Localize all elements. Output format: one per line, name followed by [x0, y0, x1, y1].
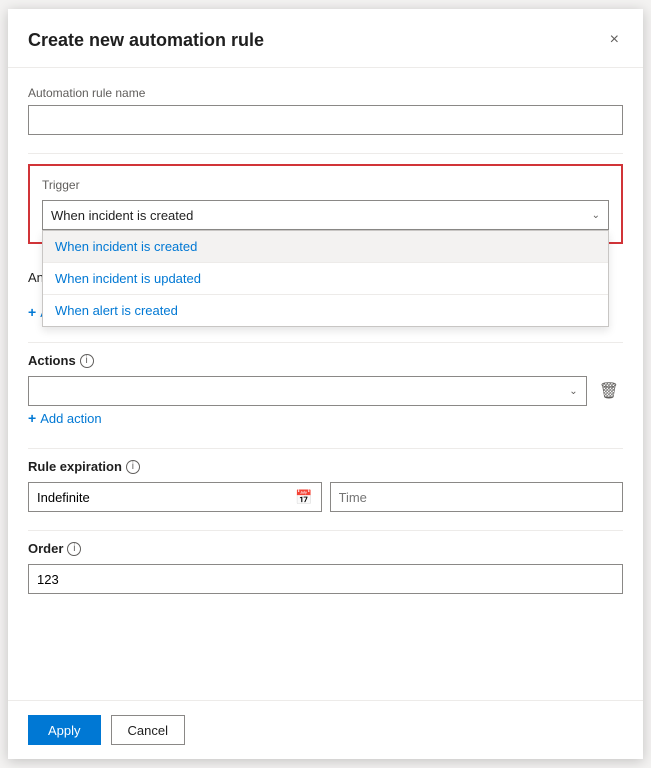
expiration-date-input[interactable]: Indefinite 📅 — [28, 482, 322, 512]
trigger-option-1[interactable]: When incident is created — [43, 231, 608, 262]
trigger-section-label: Trigger — [42, 178, 609, 192]
order-title-row: Order i — [28, 541, 623, 556]
actions-info-icon: i — [80, 354, 94, 368]
dialog-footer: Apply Cancel — [8, 700, 643, 759]
add-action-label: Add action — [40, 411, 101, 426]
divider-1 — [28, 153, 623, 154]
expiration-time-input[interactable] — [330, 482, 624, 512]
trigger-selected-value: When incident is created — [51, 208, 193, 223]
trigger-option-2[interactable]: When incident is updated — [43, 262, 608, 294]
automation-rule-name-input[interactable] — [28, 105, 623, 135]
delete-action-button[interactable]: 🗑 — [595, 377, 623, 405]
automation-rule-name-group: Automation rule name — [28, 86, 623, 135]
calendar-icon: 📅 — [295, 489, 312, 506]
expiration-section: Rule expiration i Indefinite 📅 — [28, 459, 623, 512]
actions-dropdown[interactable]: ⌄ — [28, 376, 587, 406]
create-automation-rule-dialog: Create new automation rule × Automation … — [8, 9, 643, 759]
expiration-info-icon: i — [126, 460, 140, 474]
order-input[interactable] — [28, 564, 623, 594]
trigger-option-3[interactable]: When alert is created — [43, 294, 608, 326]
actions-title-row: Actions i — [28, 353, 623, 368]
order-section-label: Order — [28, 541, 63, 556]
close-button[interactable]: × — [606, 27, 623, 53]
trigger-dropdown-menu: When incident is created When incident i… — [42, 230, 609, 327]
trigger-section: Trigger When incident is created ⌄ When … — [28, 164, 623, 244]
automation-rule-name-label: Automation rule name — [28, 86, 623, 100]
order-info-icon: i — [67, 542, 81, 556]
expiration-date-value: Indefinite — [37, 490, 90, 505]
actions-chevron-icon: ⌄ — [569, 386, 577, 397]
actions-section-label: Actions — [28, 353, 76, 368]
expiration-section-label: Rule expiration — [28, 459, 122, 474]
order-section: Order i — [28, 541, 623, 594]
add-action-button[interactable]: + Add action — [28, 406, 102, 430]
expiration-row: Indefinite 📅 — [28, 482, 623, 512]
chevron-down-icon: ⌄ — [592, 210, 600, 221]
trigger-dropdown-button[interactable]: When incident is created ⌄ — [42, 200, 609, 230]
divider-4 — [28, 530, 623, 531]
plus-icon: + — [28, 304, 36, 320]
apply-button[interactable]: Apply — [28, 715, 101, 745]
dialog-body: Automation rule name Trigger When incide… — [8, 68, 643, 700]
divider-3 — [28, 448, 623, 449]
divider-2 — [28, 342, 623, 343]
dialog-header: Create new automation rule × — [8, 9, 643, 68]
expiration-title-row: Rule expiration i — [28, 459, 623, 474]
add-action-plus-icon: + — [28, 410, 36, 426]
cancel-button[interactable]: Cancel — [111, 715, 185, 745]
actions-row: ⌄ 🗑 — [28, 376, 623, 406]
trigger-dropdown-wrapper: When incident is created ⌄ When incident… — [42, 200, 609, 230]
trash-icon: 🗑 — [599, 383, 619, 400]
dialog-title: Create new automation rule — [28, 30, 264, 51]
actions-section: Actions i ⌄ 🗑 + Add action — [28, 353, 623, 430]
